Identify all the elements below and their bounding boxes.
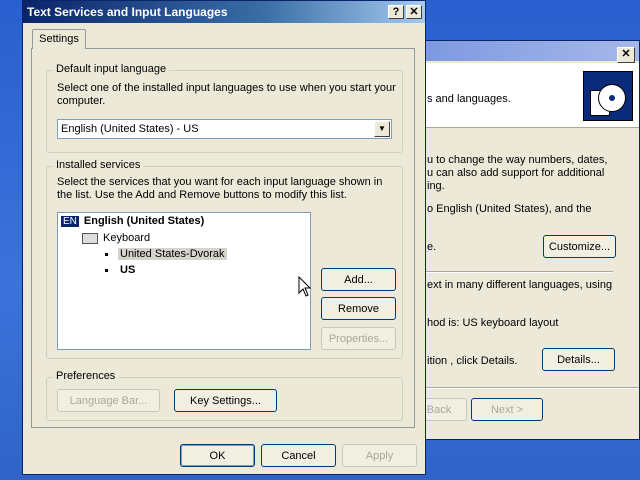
help-button[interactable]: ? — [388, 5, 404, 19]
apply-button[interactable]: Apply — [342, 444, 417, 467]
tab-settings[interactable]: Settings — [32, 29, 86, 49]
details-button[interactable]: Details... — [542, 348, 615, 371]
default-input-language-group: Default input language Select one of the… — [46, 63, 403, 153]
default-language-value: English (United States) - US — [61, 123, 199, 135]
preferences-group: Preferences Language Bar... Key Settings… — [46, 370, 403, 421]
properties-button[interactable]: Properties... — [321, 327, 396, 350]
bullet-icon — [105, 268, 108, 272]
bg-separator — [426, 271, 613, 273]
bg-paragraph-line: ext in many different languages, using — [427, 279, 613, 291]
text-services-dialog: Text Services and Input Languages ? ✕ Se… — [22, 0, 426, 475]
background-close-button[interactable]: ✕ — [617, 47, 635, 63]
bullet-icon — [105, 252, 108, 256]
keyboard-icon — [82, 232, 98, 244]
tree-language-row[interactable]: EN English (United States) — [61, 215, 204, 227]
preferences-legend: Preferences — [53, 370, 119, 382]
language-bar-button[interactable]: Language Bar... — [57, 389, 160, 412]
tree-keyboard-row[interactable]: Keyboard — [82, 232, 150, 244]
chevron-down-icon[interactable]: ▼ — [374, 121, 390, 137]
tree-item-dvorak[interactable]: United States-Dvorak — [105, 248, 227, 260]
mouse-cursor-icon — [298, 276, 312, 297]
default-input-language-legend: Default input language — [53, 63, 170, 75]
installed-services-group: Installed services Select the services t… — [46, 159, 403, 359]
bg-paragraph-line: u can also add support for additional — [427, 167, 605, 179]
installed-services-legend: Installed services — [53, 159, 144, 171]
cancel-button[interactable]: Cancel — [261, 444, 336, 467]
settings-panel: Default input language Select one of the… — [31, 48, 415, 428]
bg-paragraph-line: u to change the way numbers, dates, — [427, 154, 608, 166]
bg-paragraph-line: hod is: US keyboard layout — [427, 317, 559, 329]
installed-services-description: Select the services that you want for ea… — [57, 176, 383, 201]
bg-paragraph-line: e. — [427, 241, 437, 253]
key-settings-button[interactable]: Key Settings... — [174, 389, 277, 412]
default-language-select[interactable]: English (United States) - US ▼ — [57, 119, 392, 139]
background-window: ✕ s and languages. u to change the way n… — [400, 40, 640, 440]
tree-language-label: English (United States) — [83, 215, 205, 227]
bg-separator — [426, 387, 639, 389]
add-button[interactable]: Add... — [321, 268, 396, 291]
background-titlebar — [401, 41, 639, 61]
dialog-titlebar: Text Services and Input Languages ? ✕ — [23, 1, 425, 23]
cd-box-icon — [583, 71, 633, 121]
tree-keyboard-label: Keyboard — [103, 232, 151, 244]
tree-item-us[interactable]: US — [105, 264, 135, 276]
ok-button[interactable]: OK — [180, 444, 255, 467]
dialog-title: Text Services and Input Languages — [27, 5, 228, 19]
remove-button[interactable]: Remove — [321, 297, 396, 320]
customize-button[interactable]: Customize... — [543, 235, 616, 258]
tree-item-label: US — [120, 264, 136, 276]
bg-paragraph-line: o English (United States), and the — [427, 203, 592, 215]
bg-paragraph-line: ing. — [427, 180, 445, 192]
default-input-language-description: Select one of the installed input langua… — [57, 82, 396, 107]
tree-item-label: United States-Dvorak — [118, 248, 227, 260]
bg-paragraph-line: ition , click Details. — [427, 355, 518, 367]
installed-services-tree[interactable]: EN English (United States) Keyboard Unite… — [57, 212, 311, 350]
next-button[interactable]: Next > — [471, 398, 543, 421]
language-badge-icon: EN — [61, 216, 79, 227]
background-header-text: s and languages. — [427, 93, 511, 105]
close-button[interactable]: ✕ — [406, 5, 422, 19]
